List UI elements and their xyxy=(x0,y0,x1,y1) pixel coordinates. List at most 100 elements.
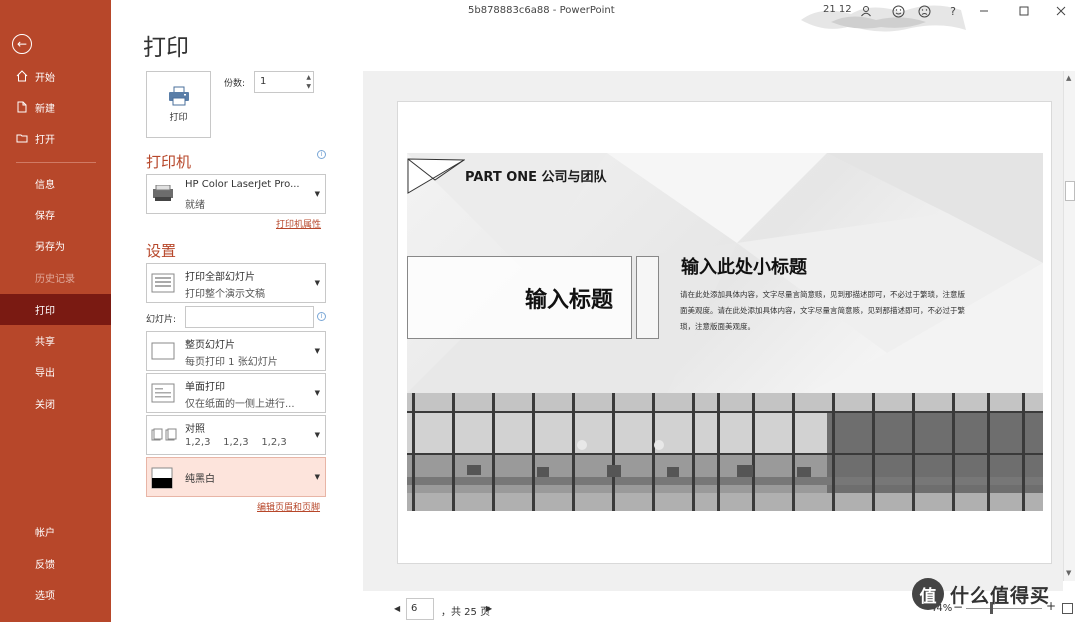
sidebar-item-label: 选项 xyxy=(35,591,55,602)
slides-input[interactable] xyxy=(185,306,314,328)
powerpoint-backstage: ← 开始 新建 打开 信息 保存 另存为 历史记录 打印 共享 导出 关闭 帐户… xyxy=(0,0,1080,622)
page-title: 打印 xyxy=(143,35,189,61)
person-icon[interactable] xyxy=(857,2,875,20)
printer-icon xyxy=(168,86,189,106)
sidebar-item-label: 关闭 xyxy=(35,400,55,411)
chevron-down-icon: ▼ xyxy=(314,431,320,439)
sidebar-item-label: 保存 xyxy=(35,211,55,222)
title-bar: 5b878883c6a88 - PowerPoint 21 12 ? xyxy=(111,0,1080,32)
prev-page-icon[interactable]: ◀ xyxy=(394,604,400,613)
chevron-down-icon: ▼ xyxy=(314,190,320,198)
sidebar-item-label: 信息 xyxy=(35,180,55,191)
printer-properties-link[interactable]: 打印机属性 xyxy=(276,217,321,230)
spin-down-icon[interactable]: ▼ xyxy=(306,83,311,90)
sidebar-item-save-as[interactable]: 另存为 xyxy=(0,230,111,261)
watermark-logo: 值 xyxy=(912,578,944,610)
sidebar-item-label: 帐户 xyxy=(35,528,55,539)
sidebar-item-home[interactable]: 开始 xyxy=(0,61,111,92)
close-icon[interactable] xyxy=(1052,2,1070,20)
sidebar-item-save[interactable]: 保存 xyxy=(0,199,111,230)
sidebar-item-account[interactable]: 帐户 xyxy=(0,516,111,547)
divider xyxy=(16,162,96,163)
sidebar-item-new[interactable]: 新建 xyxy=(0,92,111,123)
print-button-label: 打印 xyxy=(169,113,188,123)
layout-desc: 每页打印 1 张幻灯片 xyxy=(185,357,278,368)
printer-status: 就绪 xyxy=(185,200,205,211)
sidebar-item-label: 打开 xyxy=(35,135,55,146)
page-total-text: ，共 25 页 xyxy=(441,607,491,618)
maximize-icon[interactable] xyxy=(1015,2,1033,20)
sides-dropdown[interactable]: 单面打印 仅在纸面的一侧上进行... ▼ xyxy=(146,373,326,413)
sidebar-item-label: 打印 xyxy=(35,306,55,317)
color-title: 纯黑白 xyxy=(185,474,215,485)
clock-text: 21 12 xyxy=(823,4,852,15)
copies-label: 份数: xyxy=(224,79,246,89)
collate-icon xyxy=(151,428,177,441)
sidebar-item-label: 历史记录 xyxy=(35,274,75,285)
office-photo xyxy=(407,393,1043,511)
collate-dropdown[interactable]: 对照 1,2,3 1,2,3 1,2,3 ▼ xyxy=(146,415,326,455)
layout-title: 整页幻灯片 xyxy=(185,340,235,351)
sidebar-item-label: 另存为 xyxy=(35,242,65,253)
sides-title: 单面打印 xyxy=(185,382,225,393)
title-separator: - xyxy=(552,5,557,16)
copies-input[interactable]: 1 ▲ ▼ xyxy=(254,71,314,93)
slide-title-box: 输入标题 xyxy=(407,256,632,339)
sidebar-item-info[interactable]: 信息 xyxy=(0,168,111,199)
collate-desc: 1,2,3 1,2,3 1,2,3 xyxy=(185,437,287,448)
sidebar-item-open[interactable]: 打开 xyxy=(0,123,111,154)
sidebar-item-share[interactable]: 共享 xyxy=(0,325,111,356)
spin-up-icon[interactable]: ▲ xyxy=(306,74,311,81)
printer-device-icon xyxy=(153,185,173,201)
watermark-text: 什么值得买 xyxy=(950,584,1051,607)
home-icon xyxy=(16,70,28,82)
print-range-dropdown[interactable]: 打印全部幻灯片 打印整个演示文稿 ▼ xyxy=(146,263,326,303)
sidebar-item-export[interactable]: 导出 xyxy=(0,356,111,387)
smile-icon[interactable] xyxy=(889,2,907,20)
next-page-icon[interactable]: ▶ xyxy=(486,604,492,613)
slide-title-placeholder: 输入标题 xyxy=(524,288,613,313)
color-dropdown[interactable]: 纯黑白 ▼ xyxy=(146,457,326,497)
back-arrow-icon[interactable]: ← xyxy=(12,34,32,54)
chevron-down-icon: ▼ xyxy=(314,279,320,287)
sidebar-item-history: 历史记录 xyxy=(0,262,111,293)
copies-value: 1 xyxy=(260,76,267,87)
frown-icon[interactable] xyxy=(915,2,933,20)
sidebar-item-print[interactable]: 打印 xyxy=(0,294,111,325)
help-icon[interactable]: ? xyxy=(944,2,962,20)
edit-header-footer-link[interactable]: 编辑页眉和页脚 xyxy=(257,500,320,513)
slide-part-label: PART ONE 公司与团队 xyxy=(465,170,607,185)
scroll-up-icon[interactable]: ▲ xyxy=(1066,74,1071,82)
settings-section-title: 设置 xyxy=(146,242,177,260)
layout-dropdown[interactable]: 整页幻灯片 每页打印 1 张幻灯片 ▼ xyxy=(146,331,326,371)
sidebar-item-options[interactable]: 选项 xyxy=(0,579,111,610)
sidebar-item-label: 反馈 xyxy=(35,560,55,571)
sidebar-item-label: 新建 xyxy=(35,104,55,115)
fit-to-window-icon[interactable] xyxy=(1062,603,1073,614)
chevron-down-icon: ▼ xyxy=(314,347,320,355)
scroll-thumb[interactable] xyxy=(1065,181,1075,201)
sidebar-item-close[interactable]: 关闭 xyxy=(0,388,111,419)
envelope-icon xyxy=(407,158,465,194)
slides-stack-icon xyxy=(151,273,175,293)
sides-desc: 仅在纸面的一侧上进行... xyxy=(185,399,295,410)
minimize-icon[interactable] xyxy=(975,2,993,20)
print-button[interactable]: 打印 xyxy=(146,71,211,138)
sidebar: ← 开始 新建 打开 信息 保存 另存为 历史记录 打印 共享 导出 关闭 帐户… xyxy=(0,0,111,622)
printer-dropdown[interactable]: HP Color LaserJet Pro... 就绪 ▼ xyxy=(146,174,326,214)
new-doc-icon xyxy=(17,101,27,113)
watermark: 值 什么值得买 xyxy=(912,578,1050,610)
window-title: 5b878883c6a88 - PowerPoint xyxy=(468,5,615,16)
sidebar-item-feedback[interactable]: 反馈 xyxy=(0,548,111,579)
preview-scrollbar[interactable]: ▲ ▼ xyxy=(1063,71,1075,581)
scroll-down-icon[interactable]: ▼ xyxy=(1066,569,1071,577)
printer-name: HP Color LaserJet Pro... xyxy=(185,179,300,190)
slide-subtitle: 输入此处小标题 xyxy=(681,257,807,278)
slide-side-box xyxy=(636,256,659,339)
page-number-input[interactable]: 6 xyxy=(406,598,434,620)
info-icon[interactable]: i xyxy=(317,150,326,159)
info-icon[interactable]: i xyxy=(317,312,326,321)
print-range-desc: 打印整个演示文稿 xyxy=(185,289,265,300)
sidebar-item-label: 开始 xyxy=(35,73,55,84)
sidebar-item-label: 导出 xyxy=(35,368,55,379)
